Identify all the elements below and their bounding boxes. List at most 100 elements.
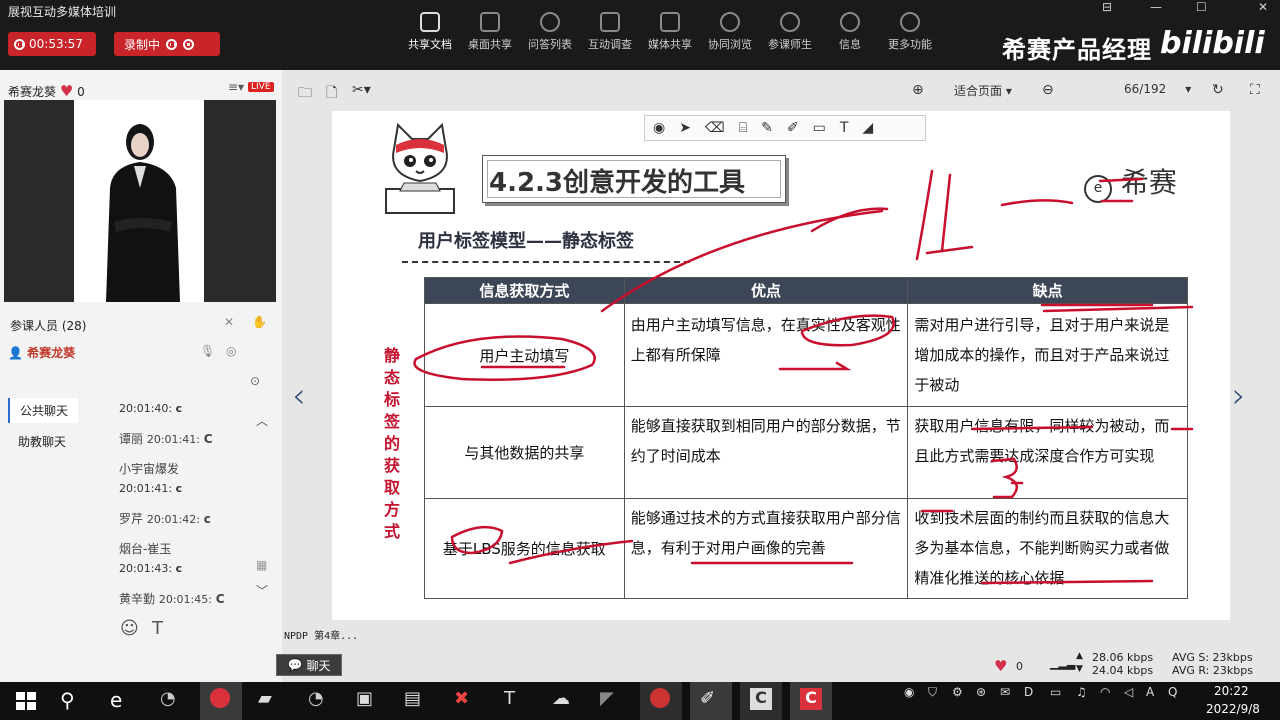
tool-more[interactable]: 更多功能 (880, 12, 940, 52)
timer-badge[interactable]: 00:53:57 (8, 32, 96, 56)
prev-page-arrow[interactable]: ‹ (292, 376, 306, 416)
windows-start-icon[interactable] (12, 688, 40, 714)
participants-label: 参课人员 (28) (10, 319, 87, 333)
tray-search-icon[interactable]: Q (1168, 685, 1177, 699)
avg-send: AVG S: 23kbps (1172, 651, 1253, 664)
tray-monitor-icon[interactable]: ▭ (1050, 685, 1061, 699)
hand-icon[interactable]: ✋ (252, 315, 267, 329)
tray-d-icon[interactable]: D (1024, 685, 1033, 699)
video-bar-right (204, 100, 276, 302)
stop-record-icon[interactable] (183, 38, 195, 50)
more-options-icon[interactable]: ⊙ (250, 374, 260, 388)
nvidia-icon[interactable]: ◤ (600, 688, 628, 714)
tray-volume-icon[interactable]: ♫ (1076, 685, 1087, 699)
tool-participants[interactable]: 参课师生 (760, 12, 820, 52)
tool-co-browse[interactable]: 协同浏览 (700, 12, 760, 52)
fullscreen-icon[interactable]: ⛶ (1250, 82, 1260, 98)
tool-desktop-share[interactable]: 桌面共享 (460, 12, 520, 52)
document-app-icon[interactable]: ▤ (404, 688, 432, 714)
cloud-icon[interactable]: ☁ (552, 688, 580, 714)
up-arrow-icon: ▲ (1076, 651, 1083, 661)
host-entry[interactable]: 👤 希赛龙葵 (8, 344, 75, 361)
edge-browser-icon[interactable]: e (110, 688, 138, 714)
heart-icon[interactable]: ♥ (60, 82, 73, 100)
search-icon[interactable]: ⚲ (60, 688, 88, 714)
chat-tabs: 公共聊天 助教聊天 (8, 398, 79, 454)
pen-annotations (413, 169, 1194, 585)
file-status: NPDP 第4章... (284, 631, 359, 642)
film-icon (660, 12, 680, 32)
video-bar-left (4, 100, 74, 302)
record-label: 录制中 (124, 37, 161, 52)
rotate-icon[interactable]: ↻ (1212, 82, 1224, 98)
app-icon[interactable]: ◔ (160, 688, 188, 714)
bar-chart-icon (600, 12, 620, 32)
app-tile[interactable]: C (740, 682, 782, 720)
clock-date[interactable]: 2022/9/8 (1206, 702, 1260, 716)
font-icon[interactable]: T (152, 618, 163, 639)
tray-ime-icon[interactable]: A (1146, 685, 1154, 699)
chat-bubble-icon (540, 12, 560, 32)
zoom-in-icon[interactable]: ⊕ (912, 82, 924, 98)
clock-time[interactable]: 20:22 (1214, 684, 1249, 698)
mic-off-icon[interactable]: ✕ (224, 315, 234, 329)
app-tile[interactable]: ✐ (690, 682, 732, 720)
scissors-icon[interactable]: ✂▾ (352, 82, 371, 98)
tool-info[interactable]: 信息 (820, 12, 880, 52)
people-icon (780, 12, 800, 32)
chat-button[interactable]: 💬 聊天 (276, 654, 342, 676)
app-tile[interactable] (640, 682, 682, 720)
file-icon[interactable]: 🗋 (326, 82, 337, 106)
next-page-arrow[interactable]: › (1232, 376, 1246, 416)
pause-record-icon[interactable] (166, 38, 178, 50)
tool-share-doc[interactable]: 共享文档 (400, 12, 460, 52)
page-select[interactable]: 66/192 ▾ (1124, 82, 1191, 96)
chat-message: 20:01:41: c (119, 482, 183, 495)
zoom-select[interactable]: 适合页面 ▾ (954, 82, 1012, 99)
likes-heart-icon[interactable]: ♥ (994, 657, 1007, 675)
upload-rate: 28.06 kbps (1092, 651, 1154, 664)
tab-public-chat[interactable]: 公共聊天 (8, 398, 79, 423)
record-button[interactable]: 录制中 (114, 32, 220, 56)
pause-icon (14, 38, 25, 50)
scroll-thumb[interactable]: ▦ (256, 558, 267, 572)
scroll-up-icon[interactable]: ︿ (256, 412, 268, 429)
tool-media-share[interactable]: 媒体共享 (640, 12, 700, 52)
taskbar: ⚲ e ◔ ▰ ◔ ▣ ▤ ✖ T ☁ ◤ ✐ C C (0, 682, 1280, 720)
zoom-out-icon[interactable]: ⊖ (1042, 82, 1054, 98)
camera-icon[interactable]: ◎ (226, 344, 236, 358)
tray-settings-icon[interactable]: ⚙ (952, 685, 963, 699)
chat-author: 黄辛勤 20:01:45: C (119, 592, 225, 606)
tray-wechat-icon[interactable]: ✉ (1000, 685, 1010, 699)
more-icon (900, 12, 920, 32)
tool-qa-list[interactable]: 问答列表 (520, 12, 580, 52)
brand-text: 希赛产品经理 (1002, 36, 1152, 64)
ball-icon (650, 688, 670, 708)
app-tile[interactable]: C (790, 682, 832, 720)
tool-survey[interactable]: 互动调查 (580, 12, 640, 52)
tray-network-icon[interactable]: ⊛ (976, 685, 986, 699)
typora-icon[interactable]: T (504, 688, 532, 714)
notepad-icon[interactable]: ▰ (258, 688, 286, 714)
active-app-tile[interactable] (200, 682, 242, 720)
chat-message: 20:01:43: c (119, 562, 183, 575)
maximize-button[interactable]: ☐ (1196, 0, 1207, 14)
tray-speaker-icon[interactable]: ◁ (1124, 685, 1133, 699)
tray-shield-icon[interactable]: ⛉ (928, 685, 937, 700)
tray-ball-icon[interactable]: ◉ (904, 685, 914, 699)
menu-icon[interactable]: ≡▾ (228, 80, 244, 94)
pin-icon[interactable]: ⊟ (1102, 0, 1112, 14)
chat-message: 20:01:40: c (119, 402, 183, 415)
emoji-icon[interactable]: ☺ (120, 618, 139, 639)
xmind-icon[interactable]: ✖ (454, 688, 482, 714)
minimize-button[interactable]: — (1150, 0, 1162, 14)
microphone-icon[interactable]: 🎙 (200, 344, 215, 358)
browser-icon[interactable]: ◔ (308, 688, 336, 714)
close-button[interactable]: ✕ (1258, 0, 1268, 14)
scroll-down-icon[interactable]: ﹀ (256, 582, 268, 599)
tray-wifi-icon[interactable]: ◠ (1100, 685, 1110, 699)
tab-assistant-chat[interactable]: 助教聊天 (8, 423, 78, 454)
left-panel: 希赛龙葵 ♥ 0 ≡▾ LIVE 参课人员 (28) ✕ ✋ 👤 希赛龙葵 🎙 … (0, 70, 282, 682)
save-icon[interactable]: ▣ (356, 688, 384, 714)
folder-icon[interactable]: 🗀 (298, 82, 312, 106)
